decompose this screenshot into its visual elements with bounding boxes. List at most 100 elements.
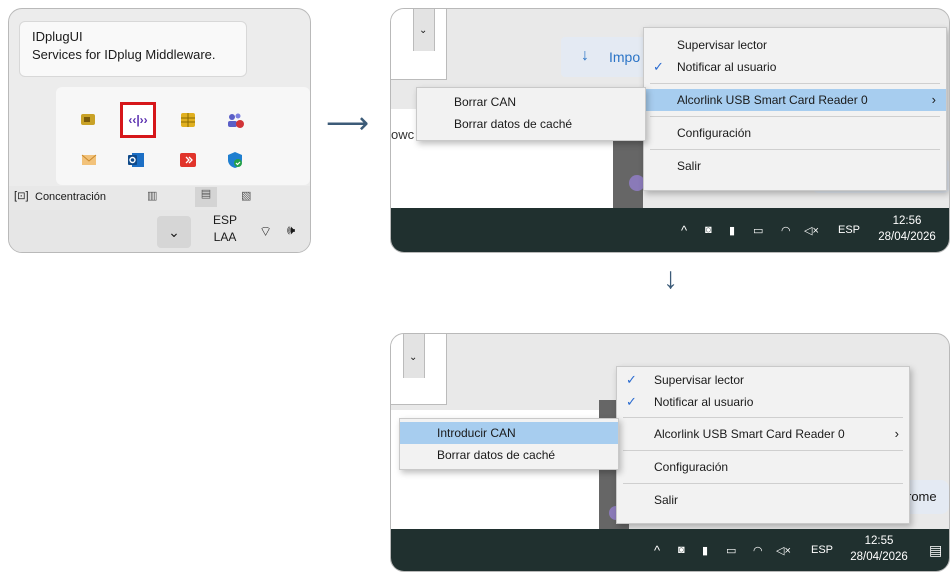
clock-time: 12:56 — [892, 215, 922, 227]
menu-label: Notificar al usuario — [677, 60, 777, 74]
context-menu-panel-2: ⌄ rome ✓ Supervisar lector ✓ Notificar al … — [390, 333, 950, 572]
submenu-item-borrar-can[interactable]: Borrar CAN — [417, 91, 645, 113]
menu-label: Supervisar lector — [654, 373, 745, 387]
clock[interactable]: 12:55 28/04/2026 — [841, 533, 917, 565]
language-indicator[interactable]: ESP LAA — [213, 212, 237, 246]
context-menu-panel-1: ⌄ ↓ Impo owc Supervisar lector ✓ Notifica… — [390, 8, 950, 253]
camera-icon[interactable]: ◙ — [705, 208, 712, 252]
submenu-item-borrar-cache[interactable]: Borrar datos de caché — [400, 444, 618, 466]
hidden-icons-flyout: ‹‹|›› — [56, 87, 310, 185]
outlook-icon[interactable] — [123, 147, 149, 173]
menu-item-notificar[interactable]: ✓ Notificar al usuario — [644, 56, 946, 78]
idplug-icon[interactable]: ‹‹|›› — [120, 102, 156, 138]
chevron-right-icon: › — [931, 92, 936, 107]
focus-icon[interactable]: [⊡] — [14, 190, 29, 202]
wifi-icon[interactable]: ◠ — [753, 529, 763, 571]
smartcard-icon[interactable] — [76, 107, 102, 133]
volume-muted-icon[interactable]: ◁× — [804, 208, 819, 252]
language-code: ESP — [213, 213, 238, 227]
menu-label: Supervisar lector — [677, 38, 768, 52]
background-window: ⌄ — [391, 9, 447, 80]
download-arrow-icon: ↓ — [581, 47, 589, 64]
chevron-up-icon[interactable]: ^ — [654, 529, 660, 571]
camera-icon[interactable]: ◙ — [678, 529, 685, 571]
scrollbar[interactable]: ⌄ — [413, 9, 435, 51]
chevron-up-icon[interactable]: ^ — [681, 208, 687, 252]
chevron-right-icon: › — [894, 426, 899, 441]
language-indicator[interactable]: ESP — [811, 529, 833, 571]
clock-date: 28/04/2026 — [878, 231, 936, 243]
menu-label: Borrar datos de caché — [437, 448, 556, 462]
tooltip-subtitle: Services for IDplug Middleware. — [32, 47, 216, 62]
mail-icon[interactable] — [76, 147, 102, 173]
taskbar: ^ ◙ ▮ ▭ ◠ ◁× ESP 12:55 28/04/2026 ▤ — [391, 529, 949, 571]
menu-label: Salir — [654, 493, 679, 507]
menu-item-supervisar[interactable]: ✓ Supervisar lector — [617, 369, 909, 391]
menu-item-configuracion[interactable]: Configuración — [617, 456, 909, 478]
background-text: owc — [391, 127, 415, 142]
language-indicator[interactable]: ESP — [838, 208, 860, 252]
book-icon[interactable]: ▥ — [147, 189, 157, 202]
battery-icon[interactable]: ▭ — [726, 529, 736, 571]
tooltip-title: IDplugUI — [32, 29, 83, 44]
menu-item-configuracion[interactable]: Configuración — [644, 122, 946, 144]
submenu-item-introducir-can[interactable]: Introducir CAN — [400, 422, 618, 444]
clock-time: 12:55 — [864, 535, 894, 547]
menu-label: Configuración — [654, 460, 729, 474]
microphone-icon[interactable]: ▮ — [729, 208, 735, 252]
menu-item-salir[interactable]: Salir — [644, 155, 946, 177]
layout-icon[interactable]: ▤ — [195, 187, 217, 207]
wifi-icon[interactable]: ◠ — [781, 208, 791, 252]
menu-separator — [623, 417, 903, 418]
chevron-down-icon: ⌄ — [419, 25, 428, 36]
menu-separator — [650, 116, 940, 117]
check-icon: ✓ — [626, 372, 637, 387]
close-icon — [271, 18, 299, 44]
microphone-icon[interactable]: ▮ — [702, 529, 708, 571]
region-code: LAA — [213, 230, 237, 244]
chip-icon[interactable] — [175, 107, 201, 133]
menu-item-salir[interactable]: Salir — [617, 489, 909, 511]
teams-icon[interactable] — [222, 107, 248, 133]
remote-icon[interactable] — [175, 147, 201, 173]
menu-item-reader[interactable]: Alcorlink USB Smart Card Reader 0 › — [644, 89, 946, 111]
check-icon: ✓ — [653, 59, 664, 74]
menu-item-supervisar[interactable]: Supervisar lector — [644, 34, 946, 56]
chevron-down-icon[interactable]: ⌄ — [157, 216, 191, 248]
volume-muted-icon[interactable]: ◁× — [776, 529, 791, 571]
menu-item-notificar[interactable]: ✓ Notificar al usuario — [617, 391, 909, 413]
check-icon: ✓ — [626, 394, 637, 409]
notification-icon[interactable]: ▤ — [929, 529, 942, 571]
import-button[interactable]: ↓ Impo — [561, 37, 651, 77]
submenu: Introducir CAN Borrar datos de caché — [399, 418, 619, 470]
submenu-item-borrar-cache[interactable]: Borrar datos de caché — [417, 113, 645, 135]
tray-flyout-panel: IDplugUI Services for IDplug Middleware.… — [8, 8, 311, 253]
menu-separator — [650, 149, 940, 150]
scrollbar[interactable]: ⌄ — [403, 334, 425, 378]
clock-date: 28/04/2026 — [850, 551, 908, 563]
volume-icon[interactable]: 🕪 — [287, 222, 295, 238]
menu-separator — [650, 83, 940, 84]
clock[interactable]: 12:56 28/04/2026 — [869, 213, 945, 245]
menu-label: Alcorlink USB Smart Card Reader 0 — [654, 427, 845, 441]
background-window: ⌄ — [391, 334, 447, 405]
taskbar-strip: [⊡] Concentración ▥ ▤ ▧ — [9, 186, 310, 210]
menu-item-reader[interactable]: Alcorlink USB Smart Card Reader 0 › — [617, 423, 909, 445]
defender-icon[interactable] — [222, 147, 248, 173]
menu-label: Notificar al usuario — [654, 395, 754, 409]
menu-separator — [623, 450, 903, 451]
wifi-icon[interactable]: ⌔ — [259, 223, 272, 241]
taskbar: ^ ◙ ▮ ▭ ◠ ◁× ESP 12:56 28/04/2026 — [391, 208, 949, 252]
background-text: rome — [907, 489, 937, 504]
focus-label[interactable]: Concentración — [35, 191, 106, 203]
info-icon[interactable]: ▧ — [241, 189, 251, 202]
menu-label: Borrar CAN — [454, 95, 517, 109]
flow-arrow-down: ↓ — [663, 262, 678, 295]
battery-icon[interactable]: ▭ — [753, 208, 763, 252]
context-menu: Supervisar lector ✓ Notificar al usuario … — [643, 27, 947, 191]
menu-label: Borrar datos de caché — [454, 117, 573, 131]
menu-label: Alcorlink USB Smart Card Reader 0 — [677, 93, 868, 107]
menu-label: Introducir CAN — [437, 426, 516, 440]
system-tray: ⌄ ESP LAA ⌔ 🕪 — [9, 210, 310, 252]
submenu: Borrar CAN Borrar datos de caché — [416, 87, 646, 141]
